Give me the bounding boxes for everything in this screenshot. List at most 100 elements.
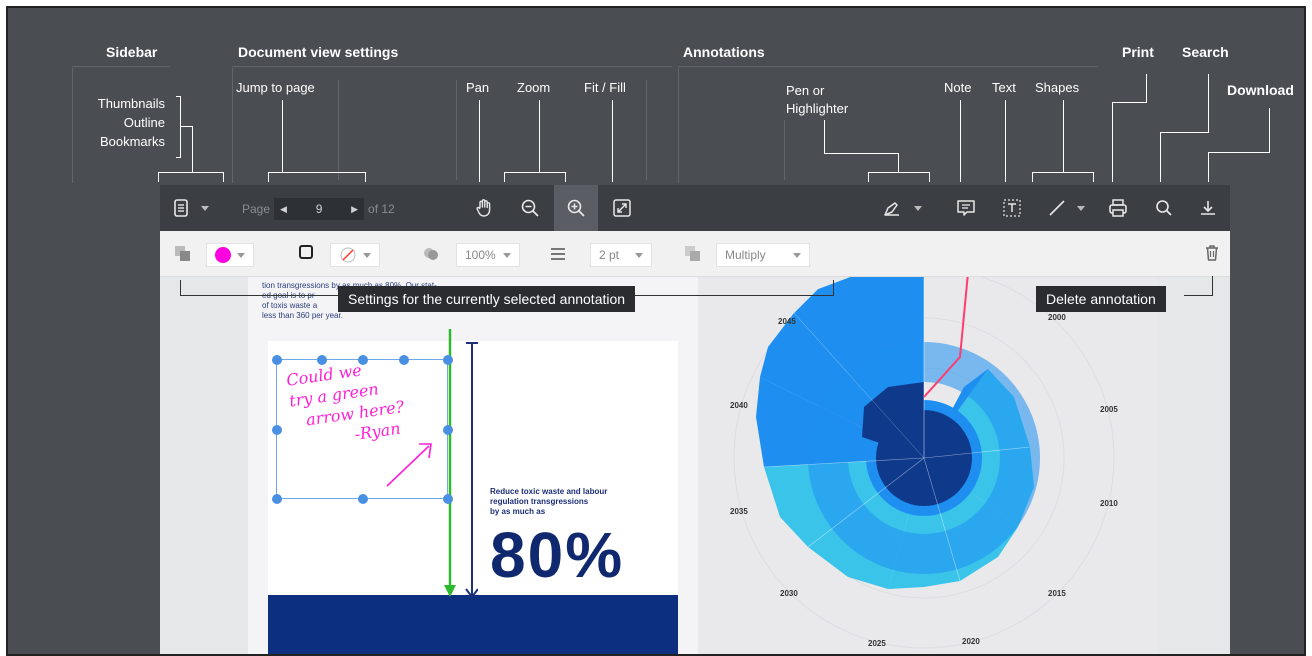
connector-line bbox=[1160, 132, 1161, 182]
header-print: Print bbox=[1122, 44, 1154, 60]
connector-line bbox=[1208, 152, 1209, 182]
resize-handle[interactable] bbox=[272, 355, 282, 365]
opacity-select[interactable]: 100% bbox=[456, 243, 520, 267]
chevron-down-icon bbox=[363, 252, 371, 258]
callout-line: by as much as bbox=[490, 507, 546, 516]
pen-highlighter-label: Pen or Highlighter bbox=[786, 82, 848, 118]
shapes-tool-button[interactable] bbox=[1036, 185, 1096, 231]
note-tool-button[interactable] bbox=[944, 185, 988, 231]
big-percent: 80% bbox=[490, 519, 625, 591]
shapes-label: Shapes bbox=[1035, 80, 1080, 95]
resize-handle[interactable] bbox=[443, 355, 453, 365]
connector-line bbox=[158, 172, 224, 173]
text-tool-button[interactable] bbox=[990, 185, 1034, 231]
divider bbox=[678, 68, 679, 183]
fit-fill-button[interactable] bbox=[600, 185, 644, 231]
year-label: 2030 bbox=[780, 589, 798, 598]
divider bbox=[72, 68, 73, 183]
zoom-in-button[interactable] bbox=[554, 185, 598, 231]
connector-line bbox=[565, 172, 566, 182]
radial-chart-graphic bbox=[733, 277, 1115, 649]
connector-line bbox=[1112, 102, 1113, 182]
document-viewport[interactable]: tion transgressions by as much as 80%. O… bbox=[160, 277, 1230, 654]
zoom-out-icon bbox=[521, 199, 539, 217]
year-label: 2010 bbox=[1100, 499, 1118, 508]
blend-mode-icon bbox=[685, 246, 700, 261]
blue-band bbox=[268, 595, 678, 654]
body-line: less than 360 per year. bbox=[262, 311, 343, 320]
page-input[interactable]: ◀ 9 ▶ bbox=[274, 198, 365, 220]
search-button[interactable] bbox=[1142, 185, 1186, 231]
resize-handle[interactable] bbox=[358, 494, 368, 504]
search-icon bbox=[1156, 200, 1172, 216]
line-shape-icon bbox=[1049, 200, 1065, 216]
connector-line bbox=[158, 172, 159, 182]
header-sidebar: Sidebar bbox=[106, 44, 158, 60]
stroke-width-select[interactable]: 2 pt bbox=[590, 243, 652, 267]
page-total: of 12 bbox=[368, 202, 395, 216]
page-navigator: Page ◀ 9 ▶ of 12 bbox=[242, 198, 395, 220]
trash-icon[interactable] bbox=[1204, 244, 1220, 262]
app-frame: Sidebar Document view settings Annotatio… bbox=[6, 6, 1306, 656]
outline-label: Outline bbox=[123, 115, 165, 130]
pen-tool-button[interactable] bbox=[872, 185, 932, 231]
header-document-view: Document view settings bbox=[238, 44, 399, 60]
document-page-right: 2045 2040 2035 2030 2025 2020 2015 2010 … bbox=[698, 277, 1158, 654]
connector-line bbox=[504, 172, 505, 182]
expand-icon bbox=[613, 199, 631, 217]
divider bbox=[784, 120, 785, 180]
prev-page-icon[interactable]: ◀ bbox=[280, 204, 287, 215]
chevron-down-icon bbox=[237, 252, 245, 258]
pan-button[interactable] bbox=[462, 185, 506, 231]
blend-mode-select[interactable]: Multiply bbox=[716, 243, 810, 267]
color-swatch bbox=[215, 247, 231, 263]
connector-line bbox=[1093, 172, 1094, 182]
connector-line bbox=[539, 100, 540, 172]
print-button[interactable] bbox=[1096, 185, 1140, 231]
chevron-down-icon bbox=[503, 252, 511, 258]
zoom-out-button[interactable] bbox=[508, 185, 552, 231]
divider bbox=[338, 80, 339, 180]
connector-line bbox=[868, 172, 869, 182]
connector-line bbox=[504, 172, 566, 173]
divider bbox=[678, 66, 1098, 67]
stroke-width-value: 2 pt bbox=[599, 248, 620, 262]
divider bbox=[232, 68, 233, 183]
connector-line bbox=[612, 100, 613, 182]
fit-fill-label: Fit / Fill bbox=[584, 80, 626, 95]
page-current: 9 bbox=[315, 202, 323, 216]
fill-color-picker[interactable] bbox=[206, 243, 254, 267]
connector-line bbox=[192, 126, 193, 172]
divider bbox=[232, 66, 672, 67]
resize-handle[interactable] bbox=[358, 355, 368, 365]
callout-line: Reduce toxic waste and labour bbox=[490, 487, 608, 496]
chevron-down-icon bbox=[793, 252, 801, 258]
sidebar-toggle-button[interactable] bbox=[168, 185, 214, 231]
pan-label: Pan bbox=[466, 80, 490, 95]
download-button[interactable] bbox=[1186, 185, 1230, 231]
resize-handle[interactable] bbox=[317, 355, 327, 365]
selected-ink-annotation[interactable]: Could we try a green arrow here? -Ryan bbox=[272, 355, 453, 504]
hand-icon bbox=[476, 199, 491, 217]
chevron-down-icon bbox=[1077, 205, 1085, 211]
year-label: 2040 bbox=[730, 401, 748, 410]
sidebar-icon bbox=[174, 199, 188, 217]
opacity-value: 100% bbox=[465, 248, 496, 262]
resize-handle[interactable] bbox=[399, 355, 409, 365]
resize-handle[interactable] bbox=[272, 425, 282, 435]
next-page-icon[interactable]: ▶ bbox=[351, 204, 358, 215]
year-label: 2035 bbox=[730, 507, 748, 516]
connector-line bbox=[180, 126, 192, 127]
highlighter-label: Highlighter bbox=[786, 101, 849, 116]
year-label: 2005 bbox=[1100, 405, 1118, 414]
divider bbox=[646, 80, 647, 180]
resize-handle[interactable] bbox=[272, 494, 282, 504]
no-color-icon bbox=[340, 247, 356, 263]
resize-handle[interactable] bbox=[443, 494, 453, 504]
resize-handle[interactable] bbox=[443, 425, 453, 435]
zoom-in-icon bbox=[567, 199, 585, 217]
stroke-color-picker[interactable] bbox=[330, 243, 380, 267]
year-label: 2015 bbox=[1048, 589, 1066, 598]
connector-line bbox=[1032, 172, 1094, 173]
divider bbox=[72, 66, 170, 67]
